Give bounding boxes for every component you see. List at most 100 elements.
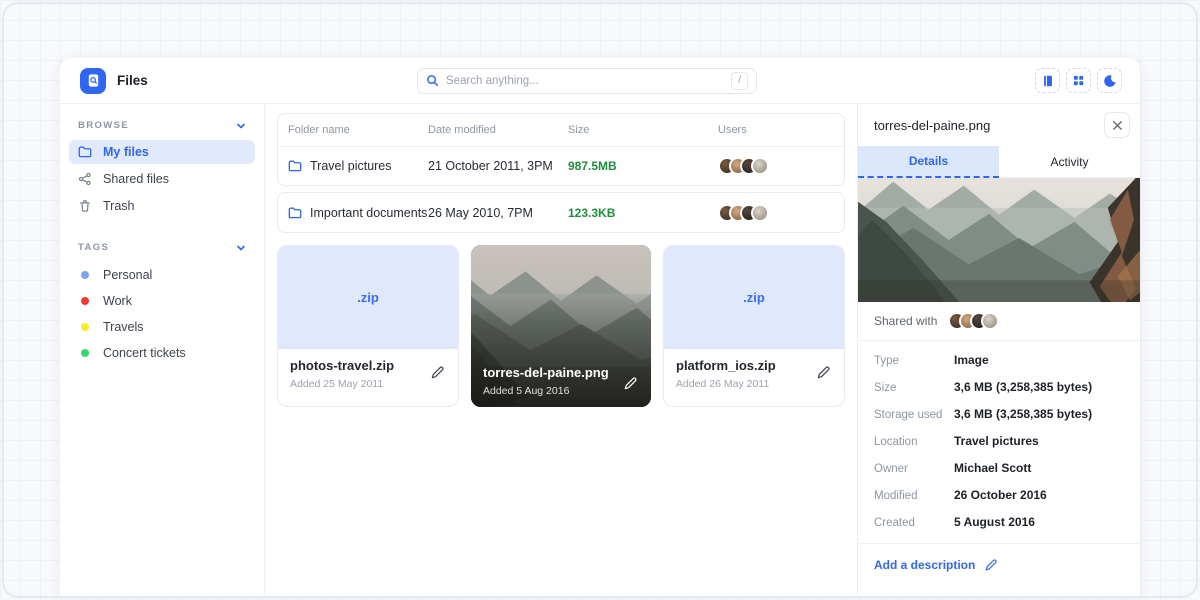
file-card-photos-travel-zip[interactable]: .zip photos-travel.zip Added 25 May 2011 bbox=[277, 245, 459, 407]
edit-pencil-icon[interactable] bbox=[816, 365, 831, 380]
file-cards-row: .zip photos-travel.zip Added 25 May 2011 bbox=[277, 245, 845, 407]
search-bar[interactable]: / bbox=[417, 68, 757, 94]
search-input[interactable] bbox=[446, 75, 724, 87]
tags-section-header[interactable]: TAGS bbox=[69, 242, 255, 253]
avatar bbox=[751, 204, 769, 222]
search-icon bbox=[426, 74, 439, 87]
search-shortcut-badge: / bbox=[731, 72, 748, 90]
browse-section-header[interactable]: BROWSE bbox=[69, 120, 255, 131]
edit-pencil-icon bbox=[984, 558, 998, 572]
tag-label: Concert tickets bbox=[103, 346, 186, 360]
detail-value: 5 August 2016 bbox=[954, 515, 1035, 529]
grid-view-button[interactable] bbox=[1066, 68, 1091, 93]
table-row[interactable]: Important documents 26 May 2010, 7PM 123… bbox=[278, 193, 844, 232]
panel-tabs: Details Activity bbox=[858, 146, 1140, 178]
chevron-down-icon bbox=[236, 121, 246, 131]
file-card-platform-ios-zip[interactable]: .zip platform_ios.zip Added 26 May 2011 bbox=[663, 245, 845, 407]
details-list: Type Image Size 3,6 MB (3,258,385 bytes)… bbox=[858, 341, 1140, 543]
date-modified: 21 October 2011, 3PM bbox=[428, 159, 568, 173]
file-added-date: Added 25 May 2011 bbox=[290, 378, 446, 390]
app-logo-icon bbox=[80, 68, 106, 94]
tag-color-dot bbox=[81, 297, 89, 305]
dark-mode-button[interactable] bbox=[1097, 68, 1122, 93]
sidebar-item-label: My files bbox=[103, 145, 149, 159]
sidebar-item-label: Shared files bbox=[103, 172, 169, 186]
file-added-date: Added 5 Aug 2016 bbox=[483, 385, 609, 397]
file-name: platform_ios.zip bbox=[676, 358, 832, 373]
tag-item-travels[interactable]: Travels bbox=[69, 314, 255, 340]
detail-label: Created bbox=[874, 517, 954, 529]
table-header-row: Folder name Date modified Size Users bbox=[278, 114, 844, 146]
sidebar-item-trash[interactable]: Trash bbox=[69, 194, 255, 218]
detail-label: Storage used bbox=[874, 409, 954, 421]
add-description-label: Add a description bbox=[874, 558, 975, 572]
trash-icon bbox=[78, 199, 92, 213]
mountain-preview-image bbox=[858, 178, 1140, 302]
dark-mode-moon-icon bbox=[1103, 74, 1117, 88]
detail-row-modified: Modified 26 October 2016 bbox=[874, 481, 1124, 508]
folders-table: Folder name Date modified Size Users Tra… bbox=[277, 113, 845, 186]
add-description-button[interactable]: Add a description bbox=[858, 543, 1140, 586]
detail-row-location: Location Travel pictures bbox=[874, 427, 1124, 454]
file-name: torres-del-paine.png bbox=[483, 365, 609, 380]
tab-details[interactable]: Details bbox=[858, 146, 999, 178]
detail-label: Modified bbox=[874, 490, 954, 502]
shared-avatars bbox=[948, 312, 999, 330]
book-button[interactable] bbox=[1035, 68, 1060, 93]
folder-icon bbox=[288, 159, 302, 173]
top-bar: Files / bbox=[60, 58, 1140, 104]
detail-value: Image bbox=[954, 353, 989, 367]
detail-row-storage-used: Storage used 3,6 MB (3,258,385 bytes) bbox=[874, 400, 1124, 427]
column-header-users: Users bbox=[718, 124, 834, 136]
date-modified: 26 May 2010, 7PM bbox=[428, 206, 568, 220]
app-title: Files bbox=[117, 73, 148, 88]
folder-name: Important documents bbox=[310, 206, 427, 220]
sidebar-item-label: Trash bbox=[103, 199, 135, 213]
tags-label: TAGS bbox=[78, 242, 109, 253]
sidebar-item-shared-files[interactable]: Shared files bbox=[69, 167, 255, 191]
zip-ext-label: .zip bbox=[743, 290, 765, 305]
detail-row-created: Created 5 August 2016 bbox=[874, 508, 1124, 535]
book-icon bbox=[1041, 74, 1055, 88]
detail-label: Size bbox=[874, 382, 954, 394]
folder-name: Travel pictures bbox=[310, 159, 392, 173]
panel-file-title: torres-del-paine.png bbox=[874, 118, 990, 133]
tag-color-dot bbox=[81, 271, 89, 279]
table-row[interactable]: Travel pictures 21 October 2011, 3PM 987… bbox=[278, 146, 844, 185]
tag-item-work[interactable]: Work bbox=[69, 288, 255, 314]
detail-value: Michael Scott bbox=[954, 461, 1031, 475]
tag-label: Work bbox=[103, 294, 132, 308]
share-icon bbox=[78, 172, 92, 186]
avatar bbox=[751, 157, 769, 175]
tag-item-concert-tickets[interactable]: Concert tickets bbox=[69, 340, 255, 366]
detail-row-type: Type Image bbox=[874, 346, 1124, 373]
folder-size: 123.3KB bbox=[568, 206, 718, 220]
tag-color-dot bbox=[81, 323, 89, 331]
shared-with-row: Shared with bbox=[858, 302, 1140, 341]
tab-activity[interactable]: Activity bbox=[999, 146, 1140, 178]
browse-label: BROWSE bbox=[78, 120, 129, 131]
edit-pencil-icon[interactable] bbox=[623, 376, 638, 391]
main-content: Folder name Date modified Size Users Tra… bbox=[265, 104, 857, 598]
folders-table-row-card: Important documents 26 May 2010, 7PM 123… bbox=[277, 192, 845, 233]
tag-item-personal[interactable]: Personal bbox=[69, 262, 255, 288]
folder-icon bbox=[288, 206, 302, 220]
detail-value: 3,6 MB (3,258,385 bytes) bbox=[954, 380, 1092, 394]
header-actions bbox=[1035, 68, 1130, 93]
chevron-down-icon bbox=[236, 243, 246, 253]
users-avatars bbox=[718, 204, 834, 222]
detail-label: Type bbox=[874, 355, 954, 367]
column-header-size: Size bbox=[568, 124, 718, 136]
detail-value: 26 October 2016 bbox=[954, 488, 1047, 502]
column-header-date-modified: Date modified bbox=[428, 124, 568, 136]
file-added-date: Added 26 May 2011 bbox=[676, 378, 832, 390]
close-panel-button[interactable] bbox=[1104, 112, 1130, 138]
sidebar: BROWSE My files Shared bbox=[60, 104, 265, 598]
detail-row-size: Size 3,6 MB (3,258,385 bytes) bbox=[874, 373, 1124, 400]
detail-value: Travel pictures bbox=[954, 434, 1039, 448]
sidebar-item-my-files[interactable]: My files bbox=[69, 140, 255, 164]
details-panel: torres-del-paine.png Details Activity Sh… bbox=[857, 104, 1140, 598]
shared-with-label: Shared with bbox=[874, 314, 937, 328]
file-card-torres-del-paine-png[interactable]: torres-del-paine.png Added 5 Aug 2016 bbox=[471, 245, 651, 407]
edit-pencil-icon[interactable] bbox=[430, 365, 445, 380]
